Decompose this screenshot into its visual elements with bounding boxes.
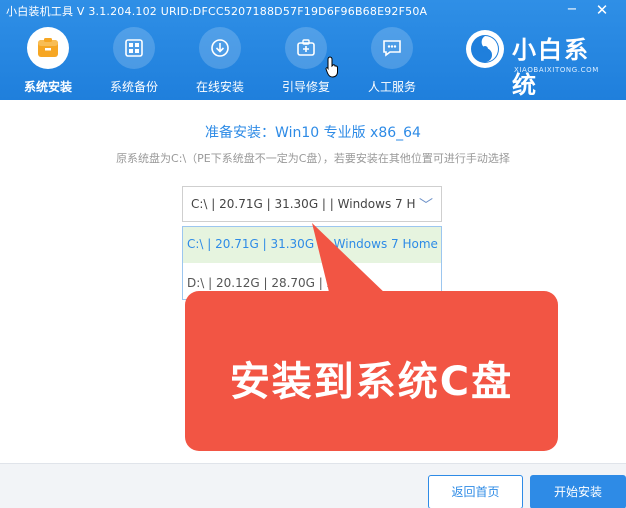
nav-label-online-install: 在线安装 xyxy=(195,80,244,94)
system-backup-icon xyxy=(113,27,155,69)
nav-label-boot-repair: 引导修复 xyxy=(281,80,330,94)
back-home-button[interactable]: 返回首页 xyxy=(428,475,523,508)
brand-emblem-icon xyxy=(466,30,504,68)
hand-cursor-icon xyxy=(325,56,338,78)
target-disk-value: C:\ | 20.71G | 31.30G | | Windows 7 Hor xyxy=(191,197,415,211)
online-install-icon xyxy=(199,27,241,69)
brand-subtitle: XIAOBAIXITONG.COM xyxy=(514,66,599,74)
install-note: 原系统盘为C:\（PE下系统盘不一定为C盘），若要安装在其他位置可进行手动选择 xyxy=(116,152,510,165)
system-install-icon xyxy=(27,27,69,69)
brand-name: 小白系统 xyxy=(512,36,590,99)
window-title: 小白装机工具 V 3.1.204.102 URID:DFCC5207188D57… xyxy=(6,5,428,18)
brand-logo: 小白系统 XIAOBAIXITONG.COM xyxy=(462,26,612,99)
header-bar: 小白装机工具 V 3.1.204.102 URID:DFCC5207188D57… xyxy=(0,0,626,100)
nav-item-system-backup[interactable]: 系统备份 xyxy=(93,24,173,98)
nav-item-system-install[interactable]: 系统安装 xyxy=(7,24,87,98)
chevron-down-icon: ﹀ xyxy=(419,198,433,214)
nav-label-system-install: 系统安装 xyxy=(23,80,72,94)
nav-item-online-install[interactable]: 在线安装 xyxy=(179,24,259,98)
nav-label-system-backup: 系统备份 xyxy=(109,80,158,94)
boot-repair-icon xyxy=(285,27,327,69)
install-title: 准备安装：Win10 专业版 x86_64 xyxy=(205,125,421,141)
nav-label-chat-service: 人工服务 xyxy=(367,80,416,94)
disk-dropdown-list: C:\ | 20.71G | 31.30G | | Windows 7 Home… xyxy=(182,226,442,300)
target-disk-select[interactable]: C:\ | 20.71G | 31.30G | | Windows 7 Hor … xyxy=(182,186,442,222)
start-install-button[interactable]: 开始安装 xyxy=(530,475,626,508)
nav-item-chat-service[interactable]: 人工服务 xyxy=(351,24,431,98)
minimize-button[interactable]: − xyxy=(562,1,582,19)
close-button[interactable]: ✕ xyxy=(592,1,612,19)
chat-service-icon xyxy=(371,27,413,69)
disk-option-c[interactable]: C:\ | 20.71G | 31.30G | | Windows 7 Home… xyxy=(183,227,441,263)
callout-text: 安装到系统C盘 xyxy=(229,359,514,405)
callout-box: 安装到系统C盘 xyxy=(185,291,558,451)
